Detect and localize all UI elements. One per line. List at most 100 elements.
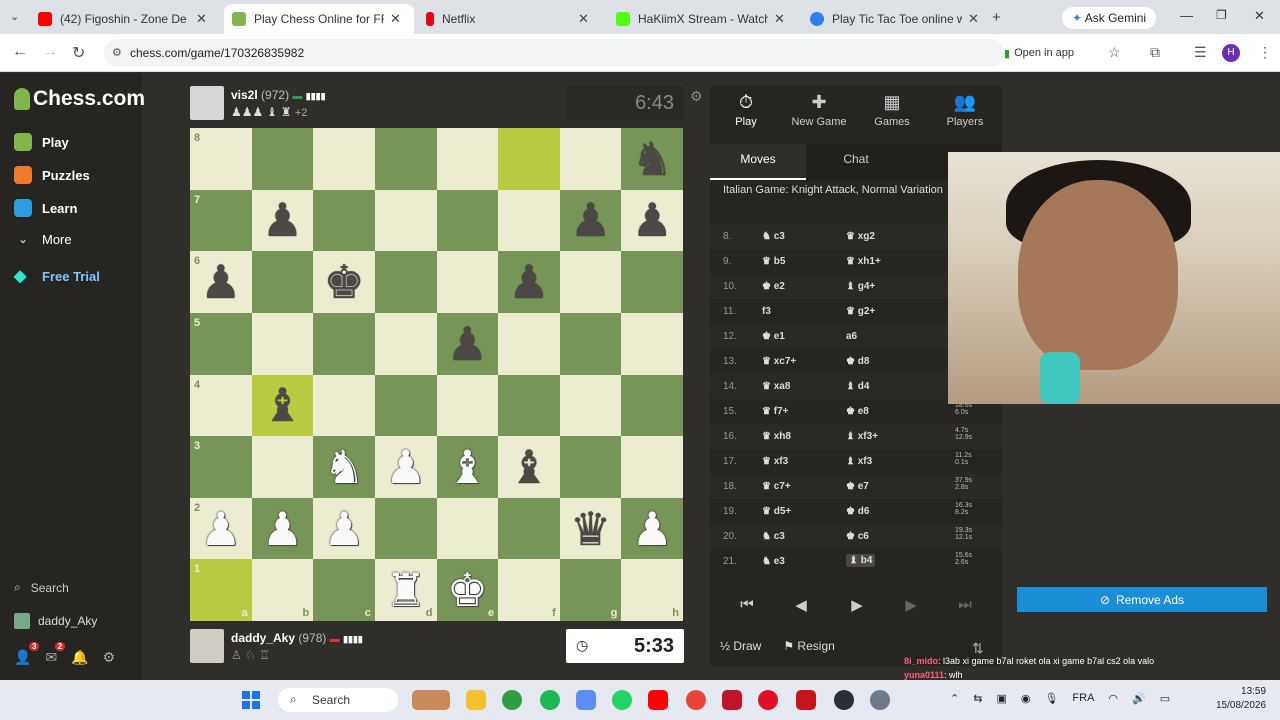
square-e4[interactable]	[436, 374, 499, 437]
square-a2[interactable]: 2 ♟	[190, 497, 252, 560]
chrome-icon[interactable]	[502, 690, 522, 710]
square-d1[interactable]: d ♜	[374, 559, 437, 621]
tab-chess[interactable]: Play Chess Online for FREE - 2 ✕	[224, 4, 414, 34]
white-move[interactable]: ♛ d5+	[762, 506, 791, 517]
white-move[interactable]: ♚ e1	[762, 331, 785, 342]
square-b1[interactable]: b	[251, 559, 314, 621]
square-h7[interactable]: ♟	[621, 189, 683, 252]
square-c6[interactable]: ♚	[313, 251, 375, 313]
volume-icon[interactable]: 🔊	[1132, 692, 1146, 705]
square-h5[interactable]	[621, 312, 683, 375]
language-indicator[interactable]: FRA	[1072, 692, 1094, 705]
sidebar-item-learn[interactable]: Learn	[14, 199, 77, 217]
site-info-icon[interactable]: ⚙	[112, 46, 122, 59]
previous-move-button[interactable]: ◀	[786, 596, 816, 614]
browser-menu-icon[interactable]: ⋮	[1258, 44, 1272, 61]
black-move[interactable]: ♝ d4	[846, 381, 869, 392]
white-move[interactable]: ♞ e3	[762, 556, 785, 567]
black-move[interactable]: ♝ xf3	[846, 456, 872, 467]
square-e1[interactable]: e ♚	[436, 559, 499, 621]
square-g3[interactable]	[559, 436, 622, 498]
sidebar-item-puzzles[interactable]: Puzzles	[14, 166, 90, 184]
whatsapp-icon[interactable]	[612, 690, 632, 710]
opera-gx-icon[interactable]	[758, 690, 778, 710]
white-move[interactable]: ♛ c7+	[762, 481, 791, 492]
sidebar-item-more[interactable]: ⌄ More	[14, 232, 71, 247]
white-pawn-piece[interactable]: ♟	[200, 506, 241, 552]
square-d4[interactable]	[374, 374, 437, 437]
white-move[interactable]: ♞ c3	[762, 531, 785, 542]
friends-icon[interactable]: 👤 3	[14, 642, 40, 666]
forward-move-button[interactable]: ▶	[896, 596, 926, 614]
square-h8[interactable]: ♞	[621, 128, 683, 190]
square-g7[interactable]: ♟	[559, 189, 622, 252]
tab-tictactoe[interactable]: Play Tic Tac Toe online with 2 ✕	[802, 4, 992, 34]
square-c8[interactable]	[313, 128, 375, 190]
profile-avatar[interactable]: H	[1222, 44, 1240, 62]
white-knight-piece[interactable]: ♞	[323, 444, 364, 490]
white-rook-piece[interactable]: ♜	[385, 567, 426, 613]
square-h3[interactable]	[621, 436, 683, 498]
square-b8[interactable]	[251, 128, 314, 190]
maximize-button[interactable]: ❐	[1216, 8, 1227, 22]
chess-com-logo[interactable]: Chess.com	[14, 87, 145, 111]
square-e8[interactable]	[436, 128, 499, 190]
white-move[interactable]: ♛ f7+	[762, 406, 788, 417]
black-move[interactable]: ♛ xg2	[846, 231, 875, 242]
square-c5[interactable]	[313, 312, 375, 375]
tab-players[interactable]: 👥 Players	[929, 92, 1001, 128]
white-pawn-piece[interactable]: ♟	[632, 506, 673, 552]
bookmark-star-icon[interactable]: ☆	[1108, 44, 1121, 61]
sidebar-user[interactable]: daddy_Aky	[14, 613, 97, 629]
black-move[interactable]: ♛ xh1+	[846, 256, 881, 267]
black-pawn-piece[interactable]: ♟	[200, 259, 241, 305]
square-h1[interactable]: h	[621, 559, 683, 621]
black-knight-piece[interactable]: ♞	[632, 136, 673, 182]
square-e3[interactable]: ♝	[436, 436, 499, 498]
square-a1[interactable]: 1a	[190, 559, 252, 621]
white-move[interactable]: f3	[762, 306, 771, 317]
black-move[interactable]: ♚ d8	[846, 356, 869, 367]
white-pawn-piece[interactable]: ♟	[323, 506, 364, 552]
square-g8[interactable]	[559, 128, 622, 190]
black-pawn-piece[interactable]: ♟	[570, 197, 611, 243]
square-f3[interactable]: ♝	[498, 436, 560, 498]
square-c7[interactable]	[313, 189, 375, 252]
white-move[interactable]: ♛ xf3	[762, 456, 788, 467]
white-move[interactable]: ♛ xh8	[762, 431, 791, 442]
sidebar-item-play[interactable]: Play	[14, 133, 69, 151]
app-tray-icon[interactable]: ⇆	[973, 692, 982, 705]
board-settings-icon[interactable]: ⚙	[690, 88, 703, 105]
chevron-up-icon[interactable]: ⌃	[950, 692, 959, 705]
spotify-icon[interactable]	[540, 690, 560, 710]
square-d5[interactable]	[374, 312, 437, 375]
white-pawn-piece[interactable]: ♟	[262, 506, 303, 552]
square-c2[interactable]: ♟	[313, 497, 375, 560]
black-bishop-piece[interactable]: ♝	[508, 444, 549, 490]
black-move[interactable]: ♛ g2+	[846, 306, 875, 317]
back-button[interactable]: ←	[12, 43, 28, 61]
resign-button[interactable]: ⚑ Resign	[783, 639, 834, 653]
square-a7[interactable]: 7	[190, 189, 252, 252]
microphone-icon[interactable]: 🎙	[1044, 692, 1058, 705]
tab-youtube[interactable]: (42) Figoshin - Zone De Conf ✕	[30, 4, 220, 34]
square-g6[interactable]	[559, 251, 622, 313]
square-e5[interactable]: ♟	[436, 312, 499, 375]
minimize-button[interactable]: —	[1180, 8, 1193, 23]
square-b2[interactable]: ♟	[251, 497, 314, 560]
square-h4[interactable]	[621, 374, 683, 437]
system-clock[interactable]: 13:59 15/08/2026	[1216, 685, 1266, 713]
first-move-button[interactable]: ⏮	[732, 596, 762, 613]
black-bishop-piece[interactable]: ♝	[262, 382, 303, 428]
white-move[interactable]: ♞ c3	[762, 231, 785, 242]
reload-button[interactable]: ↻	[72, 43, 85, 63]
black-move[interactable]: a6	[846, 331, 857, 342]
black-move[interactable]: ♝ b4	[846, 554, 876, 567]
square-c3[interactable]: ♞	[313, 436, 375, 498]
black-pawn-piece[interactable]: ♟	[508, 259, 549, 305]
game-app-icon[interactable]	[722, 690, 742, 710]
square-b5[interactable]	[251, 312, 314, 375]
sidebar-item-free-trial[interactable]: ◆ Free Trial	[14, 266, 100, 286]
last-move-button[interactable]: ⏭	[950, 596, 980, 613]
square-a3[interactable]: 3	[190, 436, 252, 498]
